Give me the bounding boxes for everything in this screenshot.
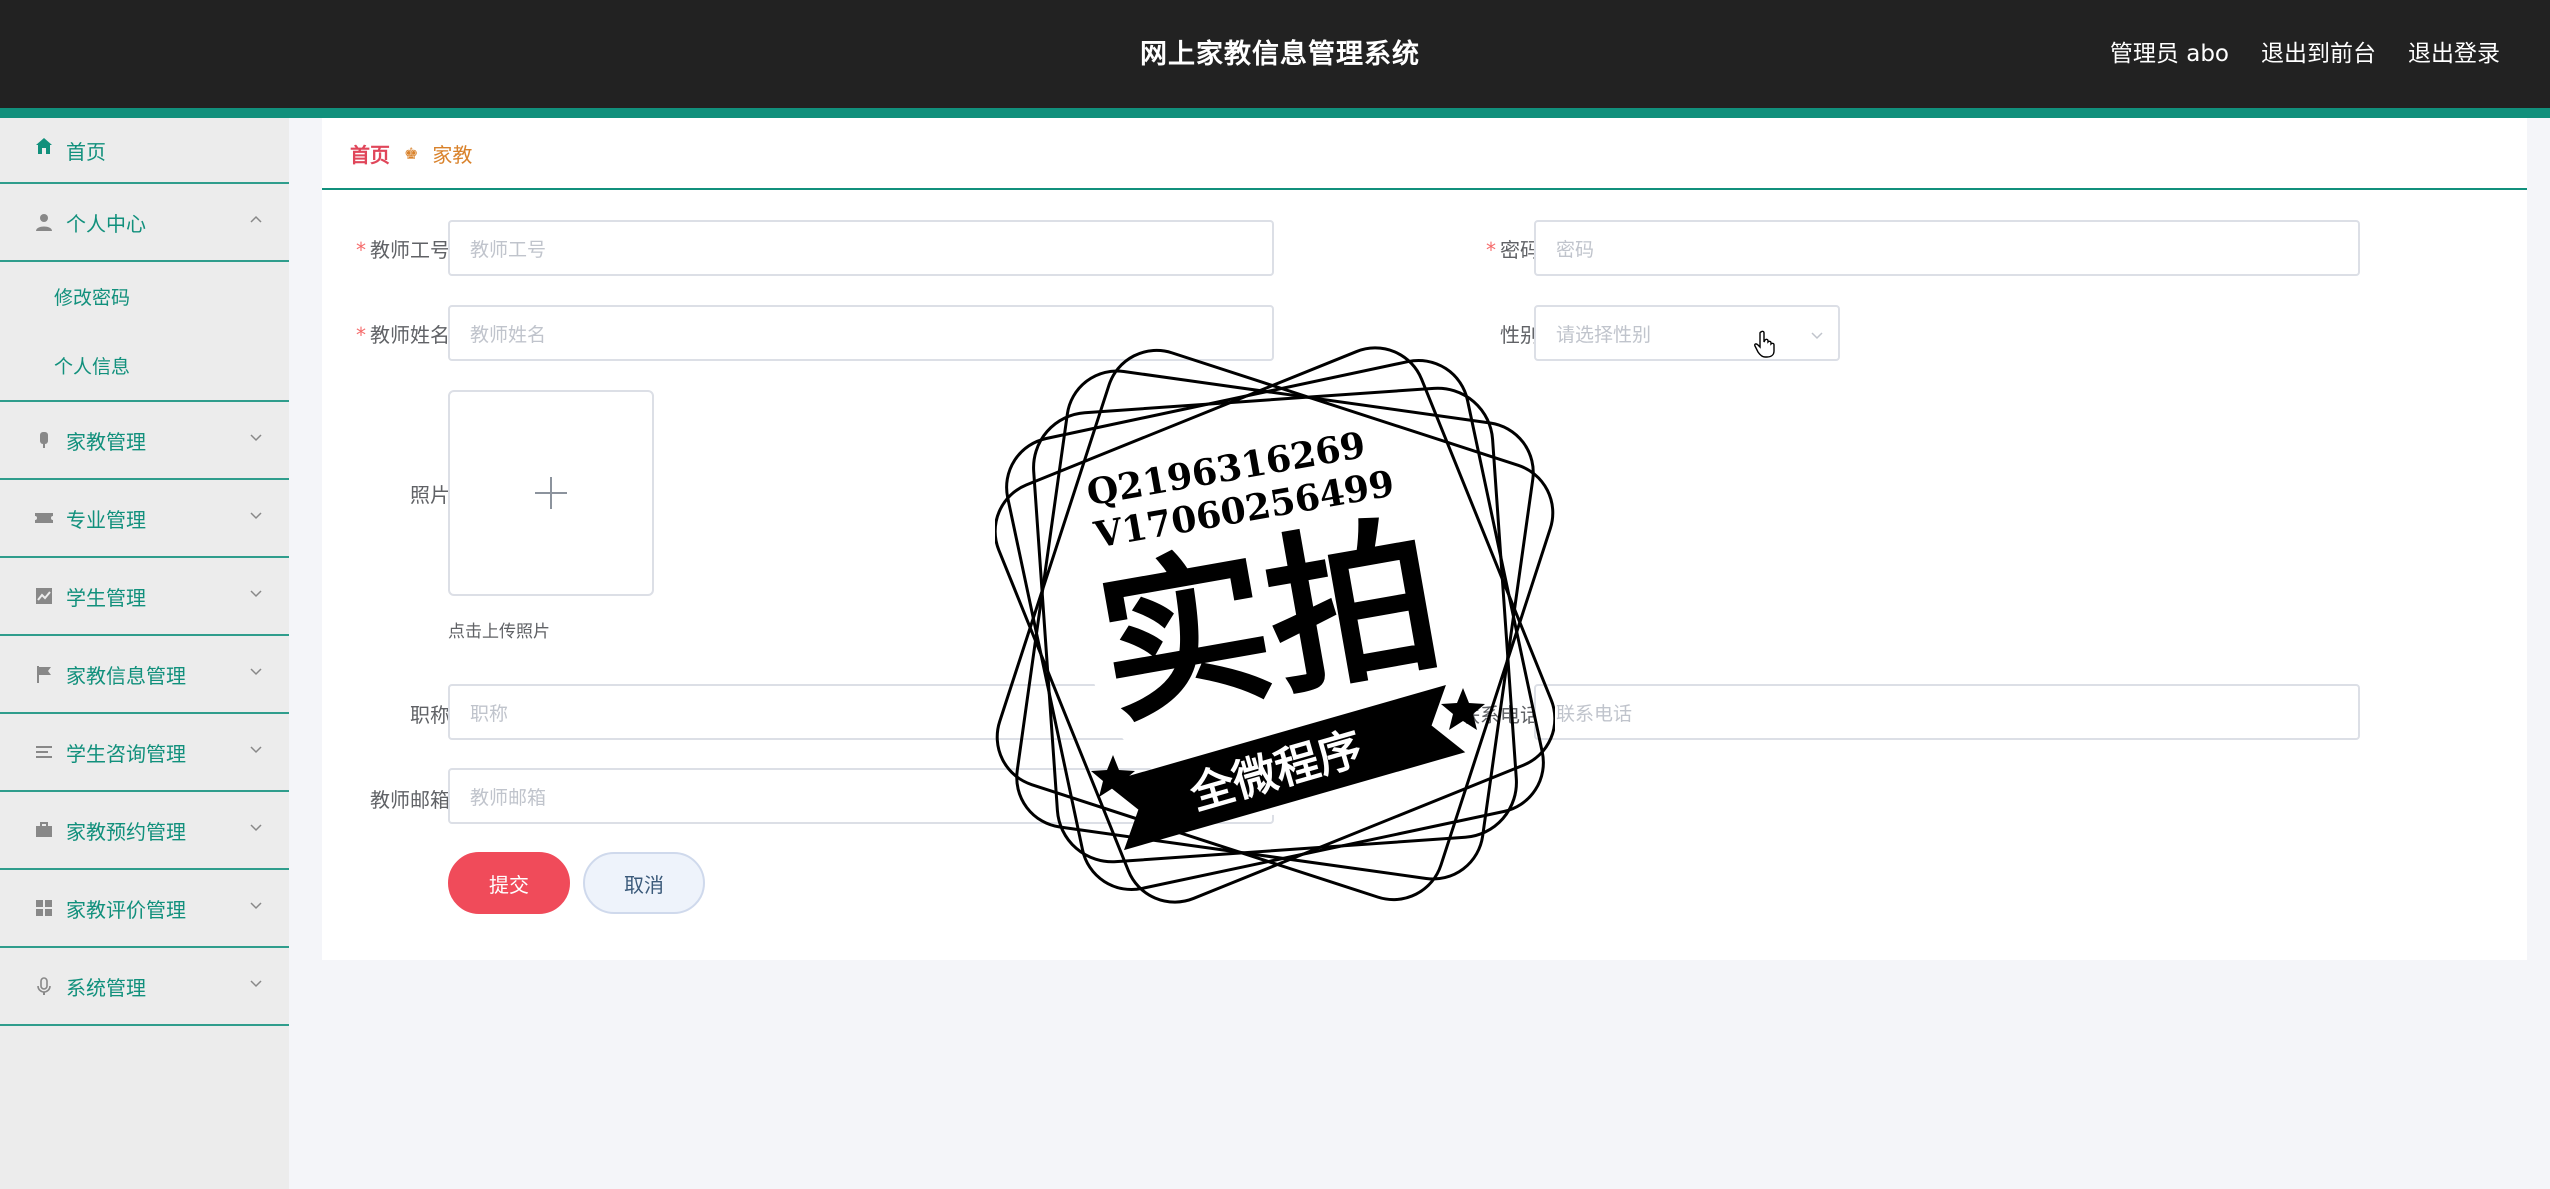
sidebar-item-student-consult-management[interactable]: 学生咨询管理	[0, 714, 289, 792]
user-icon	[34, 212, 54, 232]
password-input[interactable]: 密码	[1534, 220, 2360, 276]
sidebar-item-student-management[interactable]: 学生管理	[0, 558, 289, 636]
sidebar-item-change-password[interactable]: 修改密码	[0, 262, 289, 331]
cancel-button[interactable]: 取消	[583, 852, 705, 914]
logout-link[interactable]: 退出登录	[2408, 34, 2500, 68]
teacher-id-input[interactable]: 教师工号	[448, 220, 1274, 276]
sidebar-item-home[interactable]: 首页	[0, 118, 289, 184]
microphone-icon	[34, 976, 54, 996]
chevron-down-icon	[250, 512, 262, 520]
sidebar-item-tutor-booking-management[interactable]: 家教预约管理	[0, 792, 289, 870]
home-icon	[34, 136, 54, 156]
top-header: 网上家教信息管理系统 管理员 abo 退出到前台 退出登录	[0, 0, 2550, 108]
sidebar-item-label: 系统管理	[66, 975, 146, 1000]
exit-to-front-link[interactable]: 退出到前台	[2261, 34, 2376, 68]
ticket-icon	[34, 508, 54, 528]
header-actions: 管理员 abo 退出到前台 退出登录	[2110, 34, 2500, 68]
submit-button[interactable]: 提交	[448, 852, 570, 914]
sidebar-item-label: 专业管理	[66, 507, 146, 532]
list-icon	[34, 742, 54, 762]
personal-center-submenu: 修改密码 个人信息	[0, 262, 289, 402]
chevron-down-icon	[250, 668, 262, 676]
chevron-down-icon	[1811, 332, 1823, 340]
briefcase-icon	[34, 820, 54, 840]
sidebar-item-tutor-management[interactable]: 家教管理	[0, 402, 289, 480]
tutor-icon	[34, 430, 54, 450]
sidebar-item-personal-center[interactable]: 个人中心	[0, 184, 289, 262]
gender-select-placeholder: 请选择性别	[1556, 323, 1652, 346]
chevron-down-icon	[250, 434, 262, 442]
password-label: * 密码	[1486, 238, 1540, 262]
sidebar-item-system-management[interactable]: 系统管理	[0, 948, 289, 1026]
phone-input[interactable]: 联系电话	[1534, 684, 2360, 740]
sidebar-item-label: 首页	[66, 140, 106, 164]
grid-icon	[34, 898, 54, 918]
breadcrumb: 首页 ♚ 家教	[322, 118, 2527, 190]
crown-icon: ♚	[404, 143, 419, 163]
sidebar-item-label: 家教管理	[66, 429, 146, 454]
breadcrumb-home[interactable]: 首页	[350, 139, 390, 168]
chevron-down-icon	[250, 590, 262, 598]
sidebar-item-label: 家教评价管理	[66, 897, 186, 922]
title-label: 职称	[410, 703, 450, 727]
sidebar-item-label: 学生管理	[66, 585, 146, 610]
header-accent-bar	[0, 108, 2550, 118]
chevron-down-icon	[250, 980, 262, 988]
chevron-down-icon	[250, 824, 262, 832]
photo-upload-tip: 点击上传照片	[448, 622, 550, 642]
chevron-down-icon	[250, 746, 262, 754]
email-label: 教师邮箱	[370, 788, 450, 812]
sidebar-item-label: 个人中心	[66, 211, 146, 236]
sidebar-item-label: 学生咨询管理	[66, 741, 186, 766]
sidebar-item-label: 家教信息管理	[66, 663, 186, 688]
hand-cursor-icon	[1754, 330, 1775, 358]
watermark-stamp: Q2196316269 V17060256499 实拍 全微程序	[995, 346, 1555, 904]
photo-upload[interactable]	[448, 390, 654, 596]
chart-icon	[34, 586, 54, 606]
sidebar-item-major-management[interactable]: 专业管理	[0, 480, 289, 558]
teacher-name-label: * 教师姓名	[356, 323, 450, 347]
sidebar-item-tutor-review-management[interactable]: 家教评价管理	[0, 870, 289, 948]
sidebar-item-personal-info[interactable]: 个人信息	[0, 331, 289, 400]
photo-label: 照片	[410, 483, 450, 507]
chevron-up-icon	[250, 215, 262, 223]
chevron-down-icon	[250, 902, 262, 910]
plus-icon	[535, 477, 567, 509]
teacher-id-label: * 教师工号	[356, 238, 450, 262]
flag-icon	[34, 664, 54, 684]
breadcrumb-current: 家教	[432, 142, 473, 167]
sidebar: 首页 个人中心 修改密码 个人信息 家教管理 专业管理 学生管理 家教信息管理 …	[0, 118, 289, 1189]
gender-select[interactable]: 请选择性别	[1534, 305, 1840, 361]
admin-user-label[interactable]: 管理员 abo	[2110, 34, 2229, 68]
sidebar-item-tutor-info-management[interactable]: 家教信息管理	[0, 636, 289, 714]
sidebar-item-label: 家教预约管理	[66, 819, 186, 844]
